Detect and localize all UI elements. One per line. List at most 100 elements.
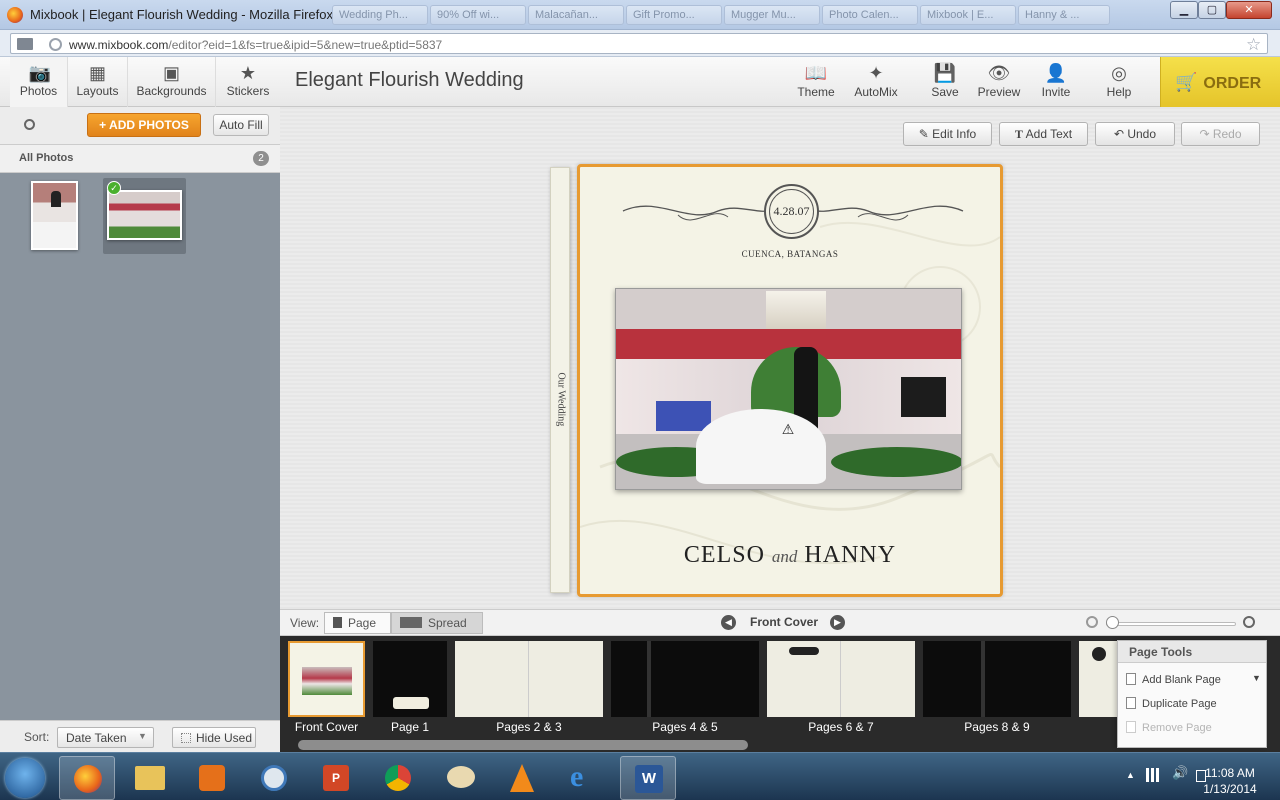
cover-location[interactable]: CUENCA, BATANGAS (680, 249, 900, 259)
taskbar-paint[interactable] (432, 756, 488, 800)
close-button[interactable]: ✕ (1226, 1, 1272, 19)
address-bar[interactable]: www.mixbook.com/editor?eid=1&fs=true&ipi… (10, 33, 1268, 54)
folder-icon (135, 766, 165, 790)
piano (901, 377, 946, 417)
couple-names[interactable]: CELSO and HANNY (600, 542, 980, 569)
date-medallion[interactable]: 4.28.07 (764, 184, 819, 239)
theme-button[interactable]: 📖 Theme (794, 57, 838, 107)
duplicate-page-item[interactable]: Duplicate Page (1126, 697, 1217, 710)
tab-groups-icon[interactable] (17, 38, 33, 50)
auto-fill-button[interactable]: Auto Fill (213, 114, 269, 136)
start-button[interactable] (5, 758, 45, 798)
filmstrip-label: Pages 2 & 3 (496, 720, 562, 734)
taskbar-vlc[interactable] (494, 756, 550, 800)
cover-photo[interactable]: ⚠ (615, 288, 962, 490)
sort-select[interactable]: Date Taken ▼ (57, 727, 154, 748)
redo-button[interactable]: ↷ Redo (1181, 122, 1260, 146)
volume-icon[interactable]: 🔊 (1172, 765, 1188, 781)
filmstrip-thumb-page-1[interactable] (373, 641, 447, 717)
taskbar-word[interactable]: W (620, 756, 676, 800)
edit-info-button[interactable]: ✎ Edit Info (903, 122, 992, 146)
filmstrip-scrollbar[interactable] (298, 740, 748, 750)
background-tab[interactable]: Malacañan... (528, 5, 624, 25)
undo-button[interactable]: ↶ Undo (1095, 122, 1175, 146)
taskbar-media-player[interactable] (184, 756, 240, 800)
order-label: ORDER (1203, 75, 1262, 92)
background-tab[interactable]: 90% Off wi... (430, 5, 526, 25)
photos-panel-toolbar: + ADD PHOTOS Auto Fill (0, 107, 280, 145)
taskbar-explorer[interactable] (122, 756, 178, 800)
add-photos-button[interactable]: + ADD PHOTOS (87, 113, 201, 137)
photo-thumbnail[interactable] (31, 181, 78, 250)
filmstrip-thumb-pages-2-3[interactable] (455, 641, 603, 717)
tool-label: AutoMix (854, 85, 898, 99)
taskbar-powerpoint[interactable]: P (308, 756, 364, 800)
zoom-out-icon[interactable] (1086, 616, 1098, 628)
filmstrip-thumb-pages-8-9[interactable] (923, 641, 1071, 717)
and-word: and (771, 547, 798, 566)
filmstrip-thumb-next[interactable] (1079, 641, 1119, 717)
remove-page-item[interactable]: Remove Page (1126, 721, 1212, 734)
order-button[interactable]: 🛒 ORDER (1160, 57, 1280, 107)
maximize-button[interactable]: ▢ (1198, 1, 1226, 19)
all-photos-header[interactable]: All Photos 2 (0, 145, 280, 173)
next-page-icon[interactable]: ▶ (830, 615, 845, 630)
system-clock[interactable]: 11:08 AM 1/13/2014 (1190, 765, 1270, 797)
book-title[interactable]: Elegant Flourish Wedding (295, 69, 524, 92)
zoom-slider[interactable] (1106, 622, 1236, 626)
dropdown-arrow-icon[interactable]: ▼ (1252, 673, 1261, 683)
page-view-icon (333, 617, 342, 628)
clock-date: 1/13/2014 (1203, 782, 1257, 796)
automix-button[interactable]: ✦ AutoMix (852, 57, 900, 107)
taskbar-firefox[interactable] (59, 756, 115, 800)
bride-gown (696, 409, 826, 484)
view-page-tab[interactable]: Page (324, 612, 391, 634)
minimize-button[interactable]: ▁ (1170, 1, 1198, 19)
previous-page-icon[interactable]: ◀ (721, 615, 736, 630)
background-tab[interactable]: Wedding Ph... (332, 5, 428, 25)
tab-photos[interactable]: 📷 Photos (10, 57, 68, 107)
spine-text[interactable]: Our Wedding (556, 373, 567, 427)
filmstrip-thumb-front-cover[interactable] (288, 641, 365, 717)
taskbar-chrome[interactable] (370, 756, 426, 800)
url-text[interactable]: www.mixbook.com/editor?eid=1&fs=true&ipi… (69, 38, 442, 52)
clock-time: 11:08 AM (1205, 766, 1255, 780)
add-text-button[interactable]: T Add Text (999, 122, 1088, 146)
background-tab[interactable]: Hanny & ... (1018, 5, 1110, 25)
taskbar-internet-explorer[interactable]: e (556, 756, 612, 800)
bookmark-star-icon[interactable]: ☆ (1246, 35, 1261, 55)
tool-label: Theme (797, 85, 835, 99)
help-button[interactable]: ◎ Help (1099, 57, 1139, 107)
save-button[interactable]: 💾 Save (925, 57, 965, 107)
background-tab[interactable]: Photo Calen... (822, 5, 918, 25)
warning-icon[interactable]: ⚠ (780, 422, 796, 437)
tab-label: Stickers (226, 84, 270, 98)
background-tab[interactable]: Gift Promo... (626, 5, 722, 25)
show-hidden-icons[interactable]: ▲ (1126, 770, 1135, 780)
zoom-slider-handle[interactable] (1106, 616, 1119, 629)
tab-stickers[interactable]: ★ Stickers (216, 57, 280, 107)
tool-label: Save (931, 85, 959, 99)
background-tab[interactable]: Mugger Mu... (724, 5, 820, 25)
search-icon[interactable] (24, 119, 35, 130)
used-check-icon: ✓ (107, 181, 121, 195)
spread-tab-label: Spread (428, 616, 467, 630)
preview-button[interactable]: 👁 Preview (976, 57, 1022, 107)
background-tab[interactable]: Mixbook | E... (920, 5, 1016, 25)
network-icon[interactable] (1146, 768, 1162, 782)
filmstrip-label: Pages 6 & 7 (808, 720, 874, 734)
hide-used-toggle[interactable]: Hide Used (172, 727, 256, 748)
firefox-icon (7, 7, 23, 23)
photo-thumbnail[interactable] (107, 190, 182, 240)
add-blank-page-item[interactable]: Add Blank Page ▼ (1126, 673, 1261, 686)
word-icon: W (635, 765, 663, 793)
tab-backgrounds[interactable]: ▣ Backgrounds (128, 57, 216, 107)
tab-layouts[interactable]: ▦ Layouts (68, 57, 128, 107)
filmstrip-thumb-pages-4-5[interactable] (611, 641, 759, 717)
taskbar-app[interactable] (246, 756, 302, 800)
plus-icon: + (99, 118, 110, 132)
invite-button[interactable]: 👤 Invite (1036, 57, 1076, 107)
filmstrip-thumb-pages-6-7[interactable] (767, 641, 915, 717)
view-spread-tab[interactable]: Spread (391, 612, 483, 634)
zoom-in-icon[interactable] (1243, 616, 1255, 628)
